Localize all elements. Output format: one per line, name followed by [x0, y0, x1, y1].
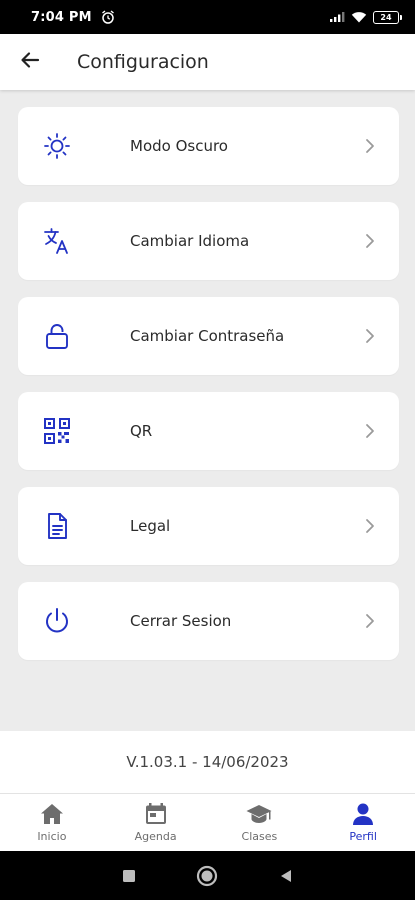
chevron-right-icon: [363, 329, 377, 343]
chevron-right-icon: [363, 614, 377, 628]
chevron-right-icon: [363, 139, 377, 153]
status-time: 7:04 PM: [31, 9, 92, 25]
calendar-icon: [143, 802, 169, 826]
setting-label: QR: [130, 422, 153, 440]
alarm-icon: [100, 9, 116, 25]
setting-dark-mode[interactable]: Modo Oscuro: [18, 107, 399, 185]
chevron-right-icon: [363, 519, 377, 533]
version-bar: V.1.03.1 - 14/06/2023: [0, 731, 415, 793]
sun-icon: [37, 126, 77, 166]
person-icon: [350, 802, 376, 826]
home-button[interactable]: [196, 865, 218, 887]
arrow-left-icon: [19, 49, 41, 75]
qr-code-icon: [37, 411, 77, 451]
setting-qr[interactable]: QR: [18, 392, 399, 470]
nav-label: Clases: [241, 830, 278, 843]
page-title: Configuracion: [77, 51, 209, 73]
bottom-nav: Inicio Agenda Clases Perfil: [0, 793, 415, 851]
version-text: V.1.03.1 - 14/06/2023: [126, 753, 289, 771]
document-icon: [37, 506, 77, 546]
power-icon: [37, 601, 77, 641]
setting-label: Cerrar Sesion: [130, 612, 232, 630]
nav-item-inicio[interactable]: Inicio: [0, 794, 104, 851]
setting-label: Cambiar Idioma: [130, 232, 250, 250]
lock-icon: [37, 316, 77, 356]
setting-label: Cambiar Contraseña: [130, 327, 285, 345]
setting-language[interactable]: Cambiar Idioma: [18, 202, 399, 280]
battery-icon: 24: [373, 10, 402, 24]
back-triangle-button[interactable]: [278, 868, 294, 884]
nav-item-perfil[interactable]: Perfil: [311, 794, 415, 851]
setting-password[interactable]: Cambiar Contraseña: [18, 297, 399, 375]
battery-level: 24: [380, 12, 392, 22]
setting-label: Legal: [130, 517, 171, 535]
status-icons: 24: [329, 8, 402, 27]
wifi-icon: [351, 8, 367, 27]
status-bar: 7:04 PM 24: [0, 0, 415, 34]
nav-item-agenda[interactable]: Agenda: [104, 794, 208, 851]
setting-label: Modo Oscuro: [130, 137, 228, 155]
nav-label: Perfil: [349, 830, 377, 843]
app-header: Configuracion: [0, 34, 415, 90]
settings-list: Modo Oscuro Cambiar Idioma Cambiar Contr…: [18, 107, 399, 677]
system-nav-bar: [0, 851, 415, 900]
recents-button[interactable]: [122, 869, 136, 883]
nav-label: Agenda: [134, 830, 177, 843]
translate-icon: [37, 221, 77, 261]
nav-label: Inicio: [37, 830, 67, 843]
chevron-right-icon: [363, 234, 377, 248]
setting-logout[interactable]: Cerrar Sesion: [18, 582, 399, 660]
signal-icon: [329, 8, 345, 27]
back-button[interactable]: [0, 34, 60, 90]
nav-item-clases[interactable]: Clases: [208, 794, 312, 851]
home-icon: [39, 802, 65, 826]
graduation-cap-icon: [246, 802, 272, 826]
setting-legal[interactable]: Legal: [18, 487, 399, 565]
chevron-right-icon: [363, 424, 377, 438]
